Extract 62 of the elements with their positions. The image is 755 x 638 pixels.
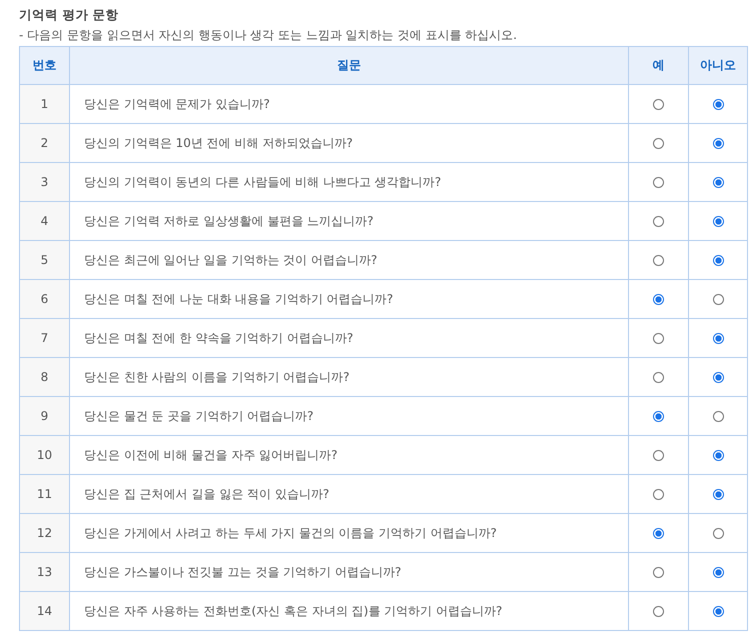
question-cell: 당신은 최근에 일어난 일을 기억하는 것이 어렵습니까? <box>70 240 628 280</box>
radio-button[interactable] <box>653 489 664 500</box>
row-number: 6 <box>20 280 70 318</box>
radio-button[interactable] <box>653 99 664 110</box>
row-number: 7 <box>20 318 70 358</box>
radio-button[interactable] <box>712 372 724 384</box>
row-number: 1 <box>20 84 70 124</box>
radio-button[interactable] <box>653 216 664 228</box>
question-cell: 당신은 이전에 비해 물건을 자주 잃어버립니까? <box>70 436 628 474</box>
radio-button[interactable] <box>712 567 724 578</box>
radio-button[interactable] <box>712 177 724 188</box>
row-number: 4 <box>20 202 70 240</box>
radio-button[interactable] <box>653 411 664 422</box>
radio-button[interactable] <box>653 294 664 306</box>
row-number: 14 <box>20 592 70 630</box>
question-cell: 당신은 물건 둔 곳을 기억하기 어렵습니까? <box>70 396 628 436</box>
question-cell: 당신은 며칠 전에 나눈 대화 내용을 기억하기 어렵습니까? <box>70 280 628 318</box>
question-cell: 당신은 친한 사람의 이름을 기억하기 어렵습니까? <box>70 358 628 396</box>
question-cell: 당신의 기억력은 10년 전에 비해 저하되었습니까? <box>70 124 628 162</box>
question-cell: 당신은 집 근처에서 길을 잃은 적이 있습니까? <box>70 474 628 514</box>
row-number: 10 <box>20 436 70 474</box>
question-cell: 당신은 기억력 저하로 일상생활에 불편을 느끼십니까? <box>70 202 628 240</box>
radio-button[interactable] <box>712 333 724 344</box>
radio-button[interactable] <box>653 333 664 344</box>
radio-button[interactable] <box>712 138 724 150</box>
radio-button[interactable] <box>712 99 724 110</box>
column-header: 질문 <box>70 46 628 84</box>
column-header: 아니오 <box>688 46 748 84</box>
radio-button[interactable] <box>653 255 664 266</box>
question-cell: 당신은 가게에서 사려고 하는 두세 가지 물건의 이름을 기억하기 어렵습니까? <box>70 514 628 552</box>
row-number: 9 <box>20 396 70 436</box>
radio-button[interactable] <box>712 411 724 422</box>
radio-button[interactable] <box>712 450 724 462</box>
radio-button[interactable] <box>653 450 664 462</box>
instruction-text: - 다음의 문항을 읽으면서 자신의 행동이나 생각 또는 느낌과 일치하는 것에 표시를 하십시오. <box>19 27 518 44</box>
radio-button[interactable] <box>653 138 664 150</box>
question-cell: 당신의 기억력이 동년의 다른 사람들에 비해 나쁘다고 생각합니까? <box>70 162 628 202</box>
radio-button[interactable] <box>653 606 664 618</box>
question-cell: 당신은 자주 사용하는 전화번호(자신 혹은 자녀의 집)를 기억하기 어렵습니까? <box>70 592 628 630</box>
radio-button[interactable] <box>712 216 724 228</box>
row-number: 3 <box>20 162 70 202</box>
radio-button[interactable] <box>712 255 724 266</box>
radio-button[interactable] <box>712 528 724 540</box>
question-cell: 당신은 며칠 전에 한 약속을 기억하기 어렵습니까? <box>70 318 628 358</box>
section-title: 기억력 평가 문항 <box>19 6 120 24</box>
question-cell: 당신은 기억력에 문제가 있습니까? <box>70 84 628 124</box>
row-number: 5 <box>20 240 70 280</box>
radio-button[interactable] <box>712 489 724 500</box>
column-header: 예 <box>628 46 688 84</box>
row-number: 2 <box>20 124 70 162</box>
row-number: 8 <box>20 358 70 396</box>
column-header: 번호 <box>20 46 70 84</box>
radio-button[interactable] <box>653 567 664 578</box>
row-number: 13 <box>20 552 70 592</box>
radio-button[interactable] <box>653 372 664 384</box>
radio-button[interactable] <box>653 177 664 188</box>
radio-button[interactable] <box>712 606 724 618</box>
row-number: 12 <box>20 514 70 552</box>
question-cell: 당신은 가스불이나 전깃불 끄는 것을 기억하기 어렵습니까? <box>70 552 628 592</box>
radio-button[interactable] <box>712 294 724 306</box>
radio-button[interactable] <box>653 528 664 540</box>
row-number: 11 <box>20 474 70 514</box>
